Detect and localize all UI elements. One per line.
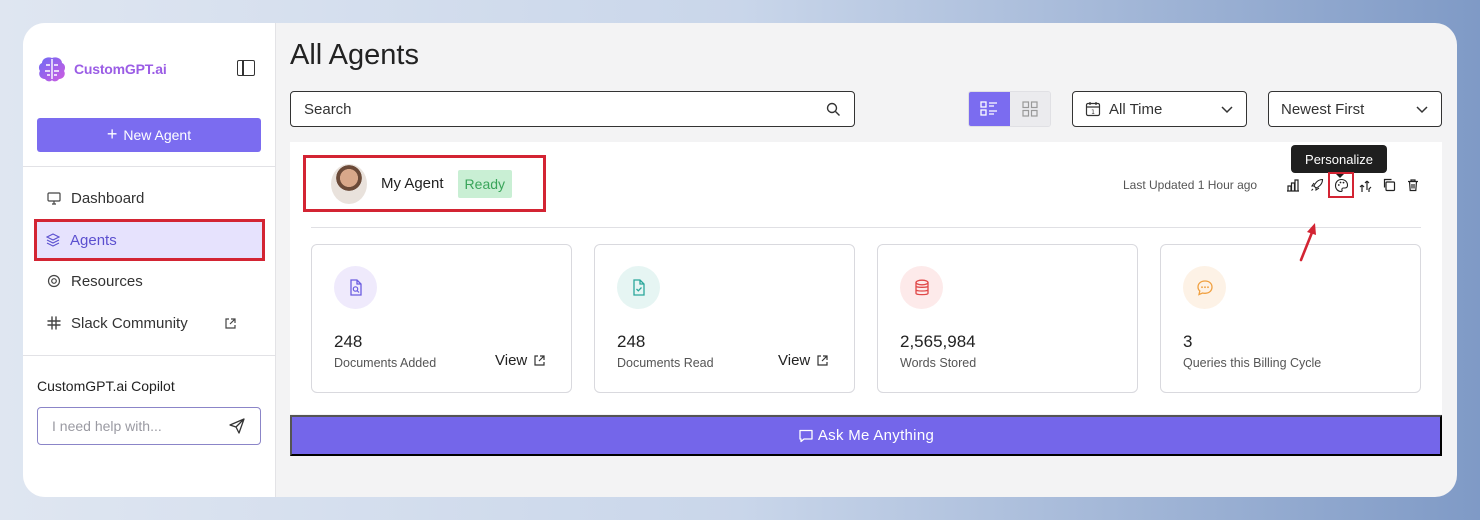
chevron-down-icon [1221, 106, 1233, 114]
stat-label: Documents Added [334, 356, 437, 370]
sidebar-item-label: Resources [71, 272, 143, 290]
stat-card-queries: 3 Queries this Billing Cycle [1160, 244, 1421, 393]
time-filter-value: All Time [1109, 100, 1163, 118]
brand-logo[interactable]: CustomGPT.ai [37, 55, 167, 83]
agent-name: My Agent [381, 175, 444, 192]
app-window: CustomGPT.ai + New Agent Dashboard Agent… [23, 23, 1457, 497]
chevron-down-icon [1416, 106, 1428, 114]
calendar-icon: 1 [1085, 102, 1101, 117]
view-link-label: View [495, 352, 528, 369]
search-icon[interactable] [826, 102, 841, 117]
sidebar-divider [23, 355, 276, 356]
stat-card-words-stored: 2,565,984 Words Stored [877, 244, 1138, 393]
layers-icon [46, 233, 60, 247]
stat-label: Queries this Billing Cycle [1183, 356, 1322, 370]
external-link-icon [225, 317, 236, 329]
database-icon [900, 266, 943, 309]
list-view-button[interactable] [969, 92, 1010, 126]
card-divider [311, 227, 1421, 228]
plus-icon: + [106, 124, 118, 144]
agent-avatar [331, 163, 367, 204]
sort-value: Newest First [1281, 100, 1365, 118]
sidebar-item-label: Agents [70, 231, 117, 249]
agent-header[interactable]: My Agent Ready [303, 155, 546, 212]
monitor-icon [47, 192, 61, 205]
grid-view-button[interactable] [1009, 92, 1050, 126]
copilot-placeholder: I need help with... [52, 418, 162, 434]
ask-me-anything-button[interactable]: Ask Me Anything [290, 415, 1442, 456]
rocket-icon[interactable] [1309, 177, 1325, 193]
new-agent-button[interactable]: + New Agent [37, 118, 261, 152]
sidebar: CustomGPT.ai + New Agent Dashboard Agent… [23, 23, 276, 497]
view-link-label: View [778, 352, 811, 369]
sidebar-item-slack-community[interactable]: Slack Community [37, 305, 263, 341]
sidebar-item-resources[interactable]: Resources [37, 263, 263, 299]
chat-bubble-icon [1183, 266, 1226, 309]
sidebar-item-dashboard[interactable]: Dashboard [37, 180, 263, 216]
main-content: All Agents Search 1 All Time Newest Firs… [276, 23, 1457, 497]
stat-value: 3 [1183, 332, 1193, 351]
time-filter-dropdown[interactable]: 1 All Time [1072, 91, 1247, 127]
view-documents-added-link[interactable]: View [495, 352, 546, 369]
sidebar-divider [23, 166, 276, 167]
sidebar-toggle-icon[interactable] [237, 60, 255, 76]
copilot-input[interactable]: I need help with... [37, 407, 261, 445]
sort-dropdown[interactable]: Newest First [1268, 91, 1442, 127]
agent-card: My Agent Ready Personalize Last Updated … [290, 142, 1442, 414]
search-placeholder: Search [304, 100, 352, 118]
last-updated-text: Last Updated 1 Hour ago [1123, 178, 1258, 192]
sidebar-item-agents[interactable]: Agents [34, 219, 265, 261]
external-link-icon [817, 355, 828, 366]
lifebuoy-icon [47, 274, 61, 288]
slack-icon [47, 316, 61, 330]
annotation-arrow-icon [1299, 223, 1316, 262]
new-agent-label: New Agent [123, 127, 192, 143]
search-input[interactable]: Search [290, 91, 855, 127]
view-documents-read-link[interactable]: View [778, 352, 829, 369]
agent-action-icons [1285, 172, 1421, 198]
stat-value: 248 [617, 332, 646, 351]
personalize-tooltip: Personalize [1291, 145, 1387, 178]
stat-value: 248 [334, 332, 363, 351]
analytics-icon[interactable] [1285, 177, 1301, 193]
document-check-icon [617, 266, 660, 309]
copilot-label: CustomGPT.ai Copilot [37, 378, 175, 394]
status-badge: Ready [457, 169, 513, 198]
palette-icon[interactable] [1328, 172, 1354, 198]
stat-card-documents-read: 248 Documents Read View [594, 244, 855, 393]
stat-value: 2,565,984 [900, 332, 976, 351]
document-search-icon [334, 266, 377, 309]
stat-card-documents-added: 248 Documents Added View [311, 244, 572, 393]
sidebar-item-label: Dashboard [71, 189, 145, 207]
brand-name: CustomGPT.ai [74, 61, 167, 77]
send-icon[interactable] [228, 417, 246, 435]
page-title: All Agents [290, 39, 419, 71]
copy-icon[interactable] [1381, 177, 1397, 193]
brain-logo-icon [38, 57, 66, 82]
view-toggle [968, 91, 1051, 127]
chat-icon [799, 429, 813, 442]
list-view-icon [980, 101, 998, 116]
sidebar-item-label: Slack Community [71, 314, 188, 332]
grid-view-icon [1022, 101, 1038, 117]
svg-text:1: 1 [1091, 109, 1095, 116]
ask-label: Ask Me Anything [817, 427, 935, 444]
deploy-icon[interactable] [1357, 177, 1373, 193]
stat-label: Documents Read [617, 356, 714, 370]
stat-label: Words Stored [900, 356, 977, 370]
external-link-icon [534, 355, 545, 366]
trash-icon[interactable] [1405, 177, 1421, 193]
